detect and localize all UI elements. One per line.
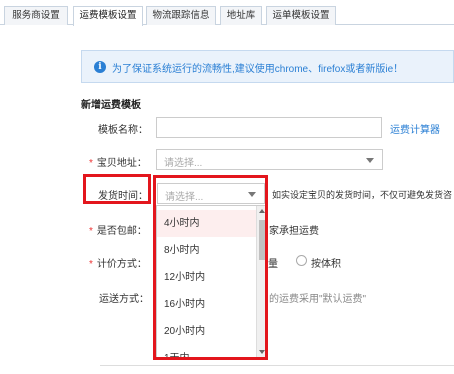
shipping-method-hint: 的运费采用"默认运费" xyxy=(269,294,367,305)
item-address-placeholder: 请选择... xyxy=(164,158,203,169)
required-marker: * xyxy=(89,259,93,270)
browser-notice: i 为了保证系统运行的流畅性,建议使用chrome、firefox或者新版ie！ xyxy=(81,50,454,83)
free-shipping-label: * 是否包邮： xyxy=(89,222,147,237)
highlight-box-label xyxy=(83,174,151,204)
form-title: 新增运费模板 xyxy=(81,100,141,111)
shipping-method-label: 运送方式： xyxy=(99,294,149,305)
item-address-label: * 宝贝地址： xyxy=(89,154,147,169)
tab-waybill-template[interactable]: 运单模板设置 xyxy=(266,6,336,25)
tab-bar: 服务商设置 运费模板设置 物流跟踪信息 地址库 运单模板设置 xyxy=(0,0,454,26)
freight-calculator-link[interactable]: 运费计算器 xyxy=(390,121,440,136)
divider xyxy=(100,365,454,366)
required-marker: * xyxy=(89,226,93,237)
volume-radio[interactable] xyxy=(296,255,307,266)
pricing-option-fragment: 量 xyxy=(268,259,278,270)
item-address-label-text: 宝贝地址： xyxy=(96,158,147,169)
required-marker: * xyxy=(89,158,93,169)
volume-option-label: 按体积 xyxy=(311,259,341,270)
pricing-method-label-text: 计价方式： xyxy=(96,259,147,270)
tab-logistics-tracking[interactable]: 物流跟踪信息 xyxy=(146,6,216,25)
highlight-box-dropdown xyxy=(153,175,268,360)
template-name-label: 模板名称： xyxy=(98,125,148,136)
item-address-select[interactable]: 请选择... xyxy=(156,149,383,170)
free-shipping-label-text: 是否包邮： xyxy=(96,226,147,237)
tab-address-book[interactable]: 地址库 xyxy=(220,6,262,25)
template-name-input[interactable] xyxy=(156,117,382,138)
pricing-method-label: * 计价方式： xyxy=(89,255,147,270)
tab-service-provider[interactable]: 服务商设置 xyxy=(4,6,68,25)
tab-shipping-template[interactable]: 运费模板设置 xyxy=(73,6,143,26)
seller-pays-option[interactable]: 家承担运费 xyxy=(269,222,319,237)
ship-time-hint: 如实设定宝贝的发货时间，不仅可避免发货咨 xyxy=(272,190,453,200)
info-icon: i xyxy=(94,61,106,73)
notice-text: 为了保证系统运行的流畅性,建议使用chrome、firefox或者新版ie！ xyxy=(112,64,404,75)
chevron-down-icon xyxy=(366,158,374,163)
